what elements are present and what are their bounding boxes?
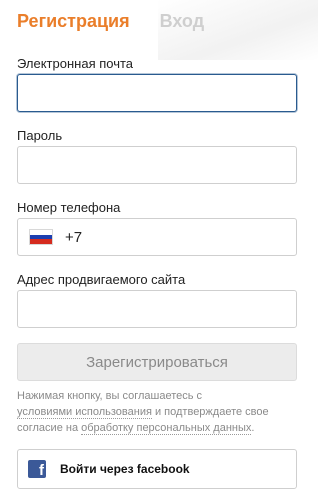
terms-text-3: . [251,422,255,434]
phone-label: Номер телефона [17,200,121,215]
register-button[interactable]: Зарегистрироваться [17,343,297,381]
phone-country-code: +7 [65,228,83,246]
terms-of-use-link[interactable]: условиями использования [17,406,152,419]
russia-flag-icon[interactable] [29,229,53,245]
registration-panel: Регистрация Вход Электронная почта Парол… [0,0,318,502]
facebook-icon: f [28,460,46,478]
personal-data-link[interactable]: обработку персональных данных [81,422,252,435]
password-label: Пароль [17,128,63,143]
site-label: Адрес продвигаемого сайта [17,272,186,287]
facebook-login-label: Войти через facebook [60,462,190,476]
password-field[interactable] [17,146,297,184]
email-field[interactable] [17,74,297,112]
terms-notice: Нажимая кнопку, вы соглашаетесь с услови… [17,388,297,436]
email-label: Электронная почта [17,56,134,71]
tab-login[interactable]: Вход [160,10,205,32]
phone-field[interactable]: +7 [17,218,297,256]
tab-register[interactable]: Регистрация [17,10,130,32]
site-url-field[interactable] [17,290,297,328]
auth-tabs: Регистрация Вход [17,10,204,34]
facebook-login-button[interactable]: f Войти через facebook [17,449,297,489]
terms-text-1: Нажимая кнопку, вы соглашаетесь с [17,390,203,402]
